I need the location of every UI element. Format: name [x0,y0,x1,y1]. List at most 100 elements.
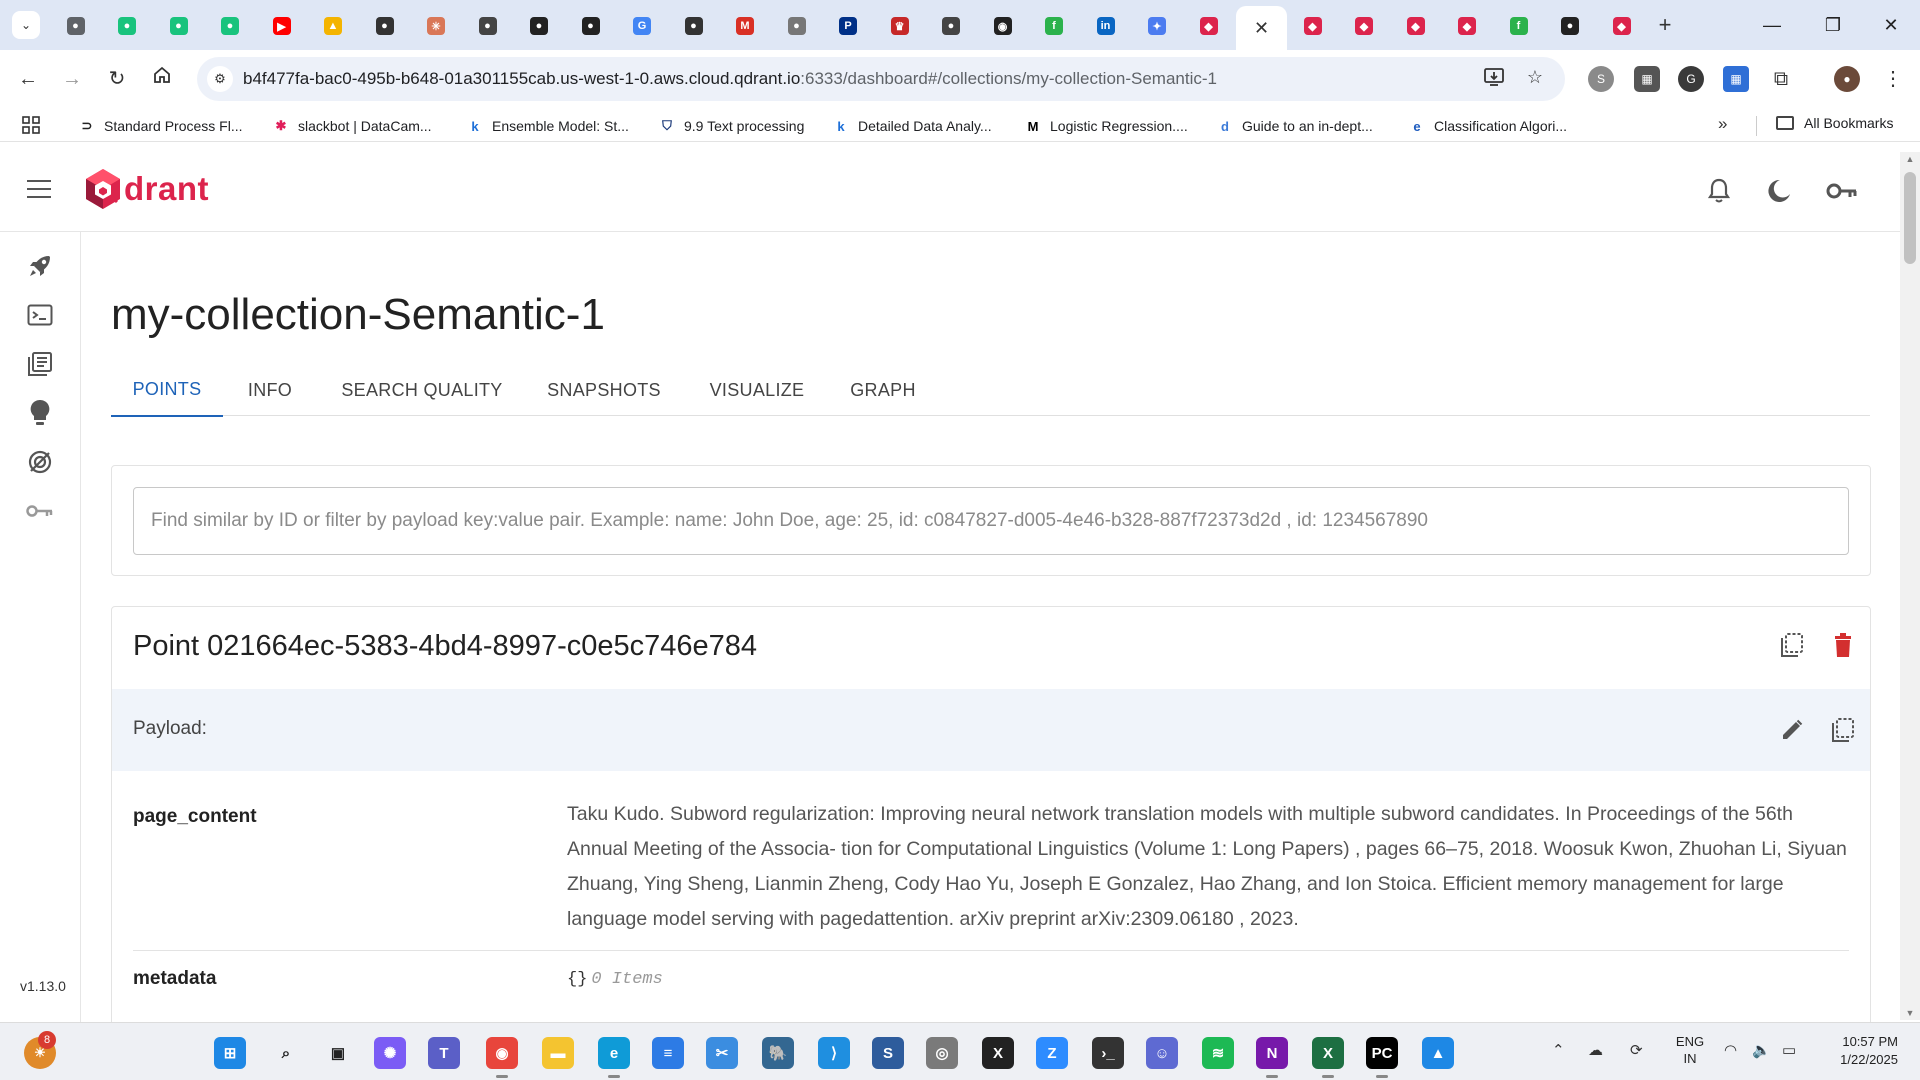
grammarly-extension-icon[interactable]: G [1678,66,1704,92]
delete-point-trash-icon[interactable] [1828,630,1858,660]
payload-value-object[interactable]: {} 0 Items [567,970,663,989]
sidebar-item-tutorial-lightbulb-icon[interactable] [25,398,55,428]
system-clock[interactable]: 10:57 PM 1/22/2025 [1808,1033,1898,1069]
sidebar-item-access-key-icon[interactable] [25,496,55,526]
qdrant-logo[interactable]: drant [84,168,209,210]
file-explorer-icon[interactable]: ▬ [542,1037,574,1069]
back-icon[interactable]: ← [13,64,43,94]
extensions-puzzle-icon[interactable]: ⧉ [1768,66,1794,92]
browser-tab[interactable]: ● [565,6,616,46]
site-info-icon[interactable]: ⚙ [207,66,233,92]
active-browser-tab[interactable]: ✕ [1236,6,1287,50]
bookmark-item[interactable]: ⛉ 9.9 Text processing [658,115,804,137]
bookmark-item[interactable]: e Classification Algori... [1408,115,1567,137]
browser-tab[interactable]: ◆ [1596,6,1647,46]
browser-tab[interactable]: ✦ [1132,6,1183,46]
spotify-icon[interactable]: ≋ [1202,1037,1234,1069]
browser-tab[interactable]: ◆ [1183,6,1234,46]
browser-tab[interactable]: ● [50,6,101,46]
vscode-icon[interactable]: ⟩ [818,1037,850,1069]
sidebar-item-collections-icon[interactable] [25,349,55,379]
browser-tab[interactable]: ● [205,6,256,46]
pycharm-icon[interactable]: PC [1366,1037,1398,1069]
task-view-icon[interactable]: ▣ [322,1037,354,1069]
copy-payload-icon[interactable] [1828,715,1858,745]
edge-icon[interactable]: e [598,1037,630,1069]
browser-tab[interactable]: ▶ [256,6,307,46]
browser-tab[interactable]: ● [102,6,153,46]
browser-tab[interactable]: f [1029,6,1080,46]
browser-tab[interactable]: ◆ [1390,6,1441,46]
sheets-extension-icon[interactable]: ▦ [1723,66,1749,92]
new-tab-button[interactable]: + [1652,12,1678,38]
battery-icon[interactable]: ▭ [1782,1041,1796,1059]
skype-extension-icon[interactable]: S [1588,66,1614,92]
home-icon[interactable] [147,64,177,94]
pgadmin-icon[interactable]: ◎ [926,1037,958,1069]
chrome-icon[interactable]: ◉ [486,1037,518,1069]
browser-tab[interactable]: ◆ [1287,6,1338,46]
sync-icon[interactable]: ⟳ [1630,1041,1643,1059]
hamburger-menu-icon[interactable] [27,180,51,198]
maximize-button[interactable]: ❐ [1813,10,1853,40]
feedback-hub-icon[interactable]: ☺ [1146,1037,1178,1069]
postgresql-icon[interactable]: 🐘 [762,1037,794,1069]
tab-visualize[interactable]: VISUALIZE [692,364,822,416]
sidebar-item-datasets-icon[interactable] [25,447,55,477]
scroll-down-arrow-icon[interactable]: ▼ [1900,1008,1920,1018]
browser-tab[interactable]: ✳ [411,6,462,46]
minimize-button[interactable]: — [1752,10,1792,40]
bookmark-item[interactable]: k Detailed Data Analy... [832,115,991,137]
edit-payload-pencil-icon[interactable] [1777,715,1807,745]
browser-tab[interactable]: ♛ [874,6,925,46]
bookmark-item[interactable]: ✱ slackbot | DataCam... [272,115,432,137]
wifi-icon[interactable]: ◠ [1724,1041,1737,1059]
profile-avatar[interactable]: ● [1834,66,1860,92]
copy-point-icon[interactable] [1777,630,1807,660]
apps-grid-icon[interactable] [22,116,40,139]
snipping-tool-icon[interactable]: ✂ [706,1037,738,1069]
browser-tab[interactable]: ▲ [308,6,359,46]
bookmark-item[interactable]: M Logistic Regression.... [1024,115,1188,137]
browser-tab[interactable]: ● [1545,6,1596,46]
bookmarks-overflow-icon[interactable]: » [1718,114,1727,134]
terminal-icon[interactable]: ›_ [1092,1037,1124,1069]
browser-tab[interactable]: in [1080,6,1131,46]
all-bookmarks-button[interactable]: All Bookmarks [1776,115,1893,131]
notifications-bell-icon[interactable] [1704,176,1734,206]
excel-icon[interactable]: X [1312,1037,1344,1069]
browser-tab[interactable]: G [617,6,668,46]
browser-tab[interactable]: ● [153,6,204,46]
bookmark-item[interactable]: k Ensemble Model: St... [466,115,629,137]
browser-tab[interactable]: ● [668,6,719,46]
scrollbar-thumb[interactable] [1904,172,1916,264]
notepad-icon[interactable]: ≡ [652,1037,684,1069]
onedrive-icon[interactable]: ☁ [1588,1041,1603,1059]
dark-mode-moon-icon[interactable] [1764,176,1794,206]
copilot-icon[interactable]: ✺ [374,1037,406,1069]
scroll-up-arrow-icon[interactable]: ▲ [1900,154,1920,164]
browser-tab[interactable]: ◆ [1442,6,1493,46]
tab-search-quality[interactable]: SEARCH QUALITY [330,364,514,416]
close-window-button[interactable]: ✕ [1871,10,1911,40]
extension-icon[interactable]: ▦ [1634,66,1660,92]
sql-server-icon[interactable]: S [872,1037,904,1069]
zoom-icon[interactable]: Z [1036,1037,1068,1069]
search-icon[interactable]: ⌕ [270,1037,302,1069]
bookmark-item[interactable]: ⊃ Standard Process Fl... [78,115,243,137]
tab-snapshots[interactable]: SNAPSHOTS [525,364,683,416]
api-key-icon[interactable] [1824,176,1860,206]
tab-points[interactable]: POINTS [111,364,223,417]
url-text[interactable]: b4f477fa-bac0-495b-b648-01a301155cab.us-… [243,69,1217,89]
sidebar-item-welcome-rocket-icon[interactable] [25,251,55,281]
install-app-icon[interactable] [1482,67,1506,91]
reload-icon[interactable]: ↻ [102,64,132,94]
close-tab-icon[interactable]: ✕ [1254,18,1269,39]
teams-icon[interactable]: T [428,1037,460,1069]
browser-tab[interactable]: ◆ [1339,6,1390,46]
xbox-icon[interactable]: X [982,1037,1014,1069]
windows-start-icon[interactable]: ⊞ [214,1037,246,1069]
browser-tab[interactable]: M [720,6,771,46]
browser-tab[interactable]: ● [771,6,822,46]
tab-graph[interactable]: GRAPH [833,364,933,416]
